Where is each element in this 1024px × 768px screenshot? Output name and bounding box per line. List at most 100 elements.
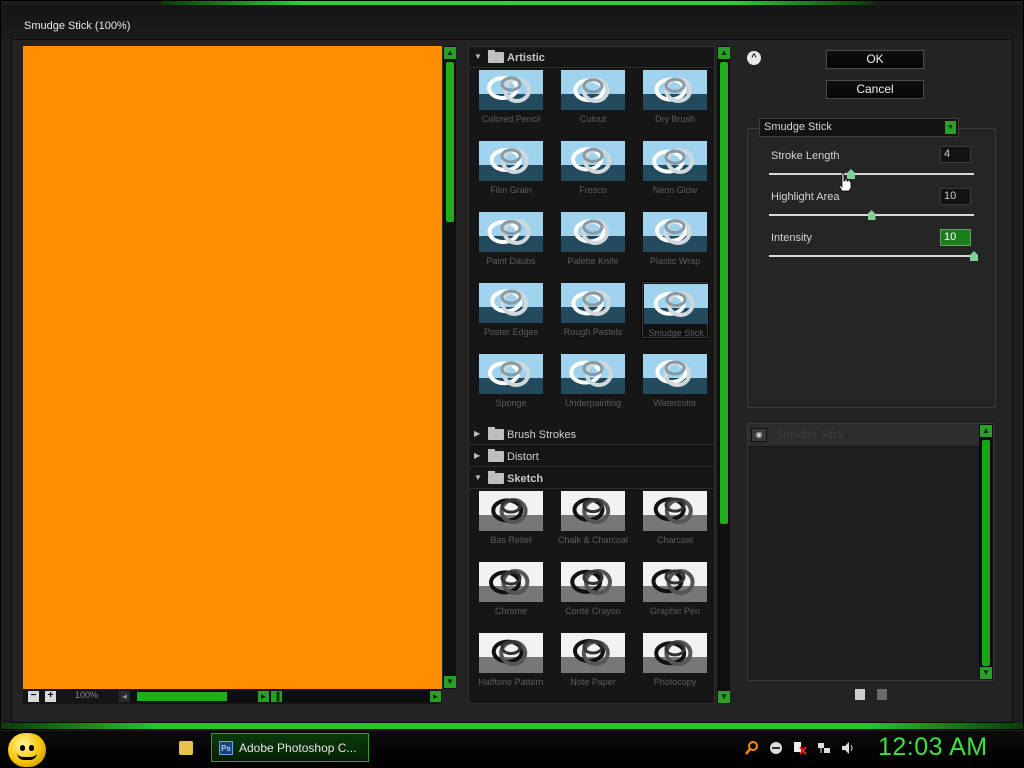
filter-thumb-label: Dry Brush <box>654 114 695 124</box>
messenger-icon[interactable] <box>769 741 783 755</box>
group-sketch[interactable]: ▼ Sketch <box>469 468 714 489</box>
filter-thumb-chrome[interactable]: Chrome <box>477 560 545 618</box>
search-icon[interactable] <box>745 741 759 755</box>
collapse-gallery-button[interactable]: ^ <box>747 51 761 65</box>
eye-visibility-icon[interactable]: ◉ <box>751 428 767 442</box>
effect-layer-row[interactable]: ◉ Smudge Stick <box>748 424 979 447</box>
filter-thumb-charcoal[interactable]: Charcoal <box>641 489 709 547</box>
filter-thumb-label: Rough Pastels <box>563 327 623 337</box>
scroll-page-icon[interactable]: ▐ <box>271 691 282 702</box>
filter-preview-thumbnail <box>479 633 543 673</box>
ok-button[interactable]: OK <box>826 50 924 69</box>
filter-thumb-dry-brush[interactable]: Dry Brush <box>641 68 709 126</box>
expand-triangle-icon[interactable]: ▼ <box>474 473 482 482</box>
zoom-in-button[interactable]: + <box>45 691 56 702</box>
delete-effect-layer-icon[interactable] <box>877 689 887 700</box>
folder-icon <box>488 427 504 440</box>
zoom-out-button[interactable]: − <box>28 691 39 702</box>
taskbar-photoshop-button[interactable]: Ps Adobe Photoshop C... <box>211 733 369 762</box>
scroll-left-arrow-icon[interactable]: ◄ <box>119 691 130 702</box>
filter-preview-thumbnail <box>643 633 707 673</box>
scroll-right-arrow-icon[interactable]: ► <box>258 691 269 702</box>
filter-thumb-label: Chrome <box>494 606 527 616</box>
effect-layers-panel <box>747 423 994 681</box>
filter-thumb-bas-relief[interactable]: Bas Relief <box>477 489 545 547</box>
group-artistic[interactable]: ▼ Artistic <box>469 47 714 68</box>
horizontal-scroll-thumb[interactable] <box>137 692 227 701</box>
scroll-up-arrow-icon[interactable]: ▲ <box>444 47 456 59</box>
filter-thumb-fresco[interactable]: Fresco <box>559 139 627 197</box>
intensity-input[interactable]: 10 <box>940 229 971 246</box>
zoom-level[interactable]: 100% <box>75 690 98 700</box>
filter-thumb-neon-glow[interactable]: Neon Glow <box>641 139 709 197</box>
scroll-up-arrow-icon[interactable]: ▲ <box>718 47 730 59</box>
scroll-end-arrow-icon[interactable]: ► <box>430 691 441 702</box>
scroll-thumb[interactable] <box>982 440 990 666</box>
scroll-up-arrow-icon[interactable]: ▲ <box>980 425 992 437</box>
filter-thumb-colored-pencil[interactable]: Colored Pencil <box>477 68 545 126</box>
filter-thumb-cont-crayon[interactable]: Conté Crayon <box>559 560 627 618</box>
filter-thumb-cutout[interactable]: Cutout <box>559 68 627 126</box>
intensity-slider[interactable] <box>769 251 978 261</box>
collapsed-triangle-icon[interactable]: ▶ <box>474 429 480 438</box>
filter-thumb-sponge[interactable]: Sponge <box>477 352 545 410</box>
filter-thumb-chalk-charcoal[interactable]: Chalk & Charcoal <box>558 489 628 547</box>
window-accent-bottom <box>1 723 1023 729</box>
group-brush-strokes[interactable]: ▶ Brush Strokes <box>469 424 714 445</box>
preview-vertical-scrollbar[interactable]: ▲ ▼ <box>442 46 456 689</box>
security-alert-icon[interactable] <box>793 741 807 755</box>
filter-thumb-watercolor[interactable]: Watercolor <box>641 352 709 410</box>
preview-canvas[interactable] <box>23 46 442 689</box>
stroke-length-input[interactable]: 4 <box>940 146 971 163</box>
filter-thumb-underpainting[interactable]: Underpainting <box>559 352 627 410</box>
filter-thumb-paint-daubs[interactable]: Paint Daubs <box>477 210 545 268</box>
filter-thumb-palette-knife[interactable]: Palette Knife <box>559 210 627 268</box>
filter-thumb-label: Charcoal <box>656 535 694 545</box>
layers-vertical-scrollbar[interactable]: ▲ ▼ <box>979 424 993 680</box>
scroll-thumb[interactable] <box>720 62 728 524</box>
volume-icon[interactable] <box>841 741 855 755</box>
folder-icon <box>488 50 504 63</box>
filter-thumb-label: Neon Glow <box>652 185 698 195</box>
filter-thumb-smudge-stick[interactable]: Smudge Stick <box>641 281 709 339</box>
cancel-button[interactable]: Cancel <box>826 80 924 99</box>
collapsed-triangle-icon[interactable]: ▶ <box>474 451 480 460</box>
filter-thumb-note-paper[interactable]: Note Paper <box>559 631 627 689</box>
filter-preview-thumbnail <box>643 212 707 252</box>
filter-thumb-film-grain[interactable]: Film Grain <box>477 139 545 197</box>
scroll-down-arrow-icon[interactable]: ▼ <box>980 667 992 679</box>
filter-thumb-plastic-wrap[interactable]: Plastic Wrap <box>641 210 709 268</box>
filter-preview-thumbnail <box>643 141 707 181</box>
scroll-down-arrow-icon[interactable]: ▼ <box>718 691 730 703</box>
filter-preview-thumbnail <box>561 491 625 531</box>
group-label: Distort <box>507 451 539 463</box>
filter-preview-thumbnail <box>561 70 625 110</box>
scroll-thumb[interactable] <box>446 62 454 222</box>
highlight-area-input[interactable]: 10 <box>940 188 971 205</box>
group-distort[interactable]: ▶ Distort <box>469 446 714 467</box>
start-smiley-icon[interactable] <box>8 733 46 767</box>
stroke-length-slider[interactable] <box>769 169 974 179</box>
filter-thumb-poster-edges[interactable]: Poster Edges <box>477 281 545 339</box>
chevron-down-icon[interactable]: ▼ <box>945 121 956 134</box>
title-bar[interactable]: Smudge Stick (100%) <box>1 5 1023 39</box>
preview-horizontal-scrollbar[interactable]: ◄ ► ▐ ► <box>119 691 441 702</box>
highlight-area-slider[interactable] <box>769 210 974 220</box>
system-clock: 12:03 AM <box>878 733 988 761</box>
effect-layer-name: Smudge Stick <box>776 429 844 441</box>
hand-cursor-icon <box>838 172 852 192</box>
network-icon[interactable] <box>817 741 831 755</box>
filter-thumb-label: Film Grain <box>490 185 532 195</box>
filter-thumb-graphic-pen[interactable]: Graphic Pen <box>641 560 709 618</box>
filter-thumb-rough-pastels[interactable]: Rough Pastels <box>559 281 627 339</box>
filter-thumb-photocopy[interactable]: Photocopy <box>641 631 709 689</box>
filter-thumb-label: Note Paper <box>570 677 616 687</box>
gallery-vertical-scrollbar[interactable]: ▲ ▼ <box>716 46 730 704</box>
filter-thumb-label: Palette Knife <box>567 256 619 266</box>
expand-triangle-icon[interactable]: ▼ <box>474 52 482 61</box>
filter-dropdown[interactable]: Smudge Stick ▼ <box>759 118 959 137</box>
quick-launch-folder-icon[interactable] <box>179 741 193 755</box>
scroll-down-arrow-icon[interactable]: ▼ <box>444 676 456 688</box>
new-effect-layer-icon[interactable] <box>855 689 865 700</box>
filter-thumb-halftone-pattern[interactable]: Halftone Pattern <box>477 631 545 689</box>
